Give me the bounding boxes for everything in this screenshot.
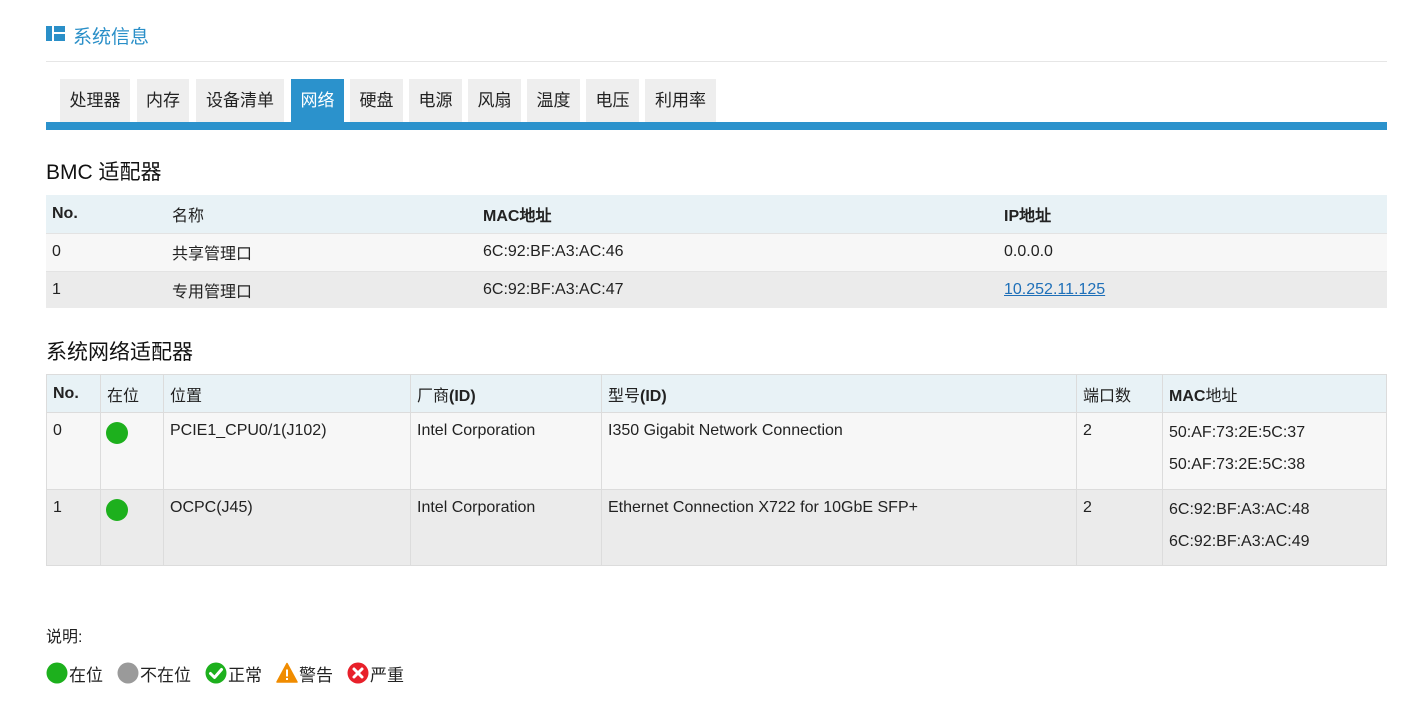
tab-power[interactable]: 电源 <box>409 79 462 122</box>
cell-mac: 6C:92:BF:A3:AC:46 <box>477 232 998 271</box>
mac-address: 50:AF:73:2E:5C:38 <box>1169 456 1306 473</box>
table-row: 0 PCIE1_CPU0/1(J102) Intel Corporation I… <box>46 412 1387 490</box>
cell-model: Ethernet Connection X722 for 10GbE SFP+ <box>601 489 1077 566</box>
col-header-mac: MAC地址 <box>477 195 998 233</box>
cell-no: 0 <box>46 232 166 271</box>
cell-name: 专用管理口 <box>166 270 477 308</box>
cell-vendor: Intel Corporation <box>410 412 602 490</box>
tab-utilization[interactable]: 利用率 <box>645 79 716 122</box>
col-header-no: No. <box>46 195 166 233</box>
cell-present <box>100 412 164 490</box>
cell-vendor: Intel Corporation <box>410 489 602 566</box>
tab-fan[interactable]: 风扇 <box>468 79 521 122</box>
cell-ports: 2 <box>1076 489 1163 566</box>
cell-ip: 0.0.0.0 <box>998 232 1387 271</box>
table-header-row: No. 在位 位置 厂商(ID) 型号(ID) 端口数 MAC地址 <box>46 374 1387 413</box>
legend-item-label: 在位 <box>69 665 103 685</box>
col-header-location: 位置 <box>163 374 411 413</box>
col-header-ip: IP地址 <box>998 195 1387 233</box>
col-header-ports: 端口数 <box>1076 374 1163 413</box>
legend-item-critical: 严重 <box>347 661 404 686</box>
tab-voltage[interactable]: 电压 <box>586 79 639 122</box>
cell-mac: 50:AF:73:2E:5C:37 50:AF:73:2E:5C:38 <box>1162 412 1387 490</box>
table-row: 0 共享管理口 6C:92:BF:A3:AC:46 0.0.0.0 <box>46 232 1387 271</box>
mac-address: 6C:92:BF:A3:AC:49 <box>1169 533 1310 550</box>
table-row: 1 OCPC(J45) Intel Corporation Ethernet C… <box>46 489 1387 566</box>
ip-link[interactable]: 10.252.11.125 <box>1004 281 1105 298</box>
cell-mac: 6C:92:BF:A3:AC:47 <box>477 270 998 308</box>
bmc-section-title: BMC 适配器 <box>46 161 162 184</box>
legend-item-label: 不在位 <box>140 665 191 685</box>
mac-address: 50:AF:73:2E:5C:37 <box>1169 424 1306 441</box>
cell-no: 0 <box>46 412 101 490</box>
table-header-row: No. 名称 MAC地址 IP地址 <box>46 195 1387 233</box>
tab-memory[interactable]: 内存 <box>137 79 189 122</box>
cell-location: PCIE1_CPU0/1(J102) <box>163 412 411 490</box>
tab-bar: 处理器 内存 设备清单 网络 硬盘 电源 风扇 温度 电压 利用率 <box>46 79 1387 130</box>
sys-adapter-table: No. 在位 位置 厂商(ID) 型号(ID) 端口数 MAC地址 0 PCIE… <box>46 374 1387 566</box>
legend-item-warning: 警告 <box>276 661 333 686</box>
col-header-name: 名称 <box>166 195 477 233</box>
cell-present <box>100 489 164 566</box>
tab-network[interactable]: 网络 <box>291 79 344 122</box>
tab-underline <box>46 122 1387 130</box>
cell-name: 共享管理口 <box>166 232 477 271</box>
legend: 在位 不在位 正常 警告 严重 <box>46 661 418 685</box>
cell-model: I350 Gigabit Network Connection <box>601 412 1077 490</box>
ok-check-icon <box>205 662 227 684</box>
tab-cpu[interactable]: 处理器 <box>60 79 130 122</box>
page-title: 系统信息 <box>73 27 150 48</box>
tab-device-list[interactable]: 设备清单 <box>196 79 284 122</box>
col-header-mac: MAC地址 <box>1162 374 1387 413</box>
present-dot-icon <box>106 422 128 444</box>
cell-mac: 6C:92:BF:A3:AC:48 6C:92:BF:A3:AC:49 <box>1162 489 1387 566</box>
legend-item-absent: 不在位 <box>117 661 191 686</box>
legend-item-label: 警告 <box>299 665 333 685</box>
cell-no: 1 <box>46 270 166 308</box>
mac-address: 6C:92:BF:A3:AC:48 <box>1169 501 1310 518</box>
tab-temperature[interactable]: 温度 <box>527 79 580 122</box>
present-dot-icon <box>46 662 68 684</box>
tab-disk[interactable]: 硬盘 <box>350 79 403 122</box>
cell-location: OCPC(J45) <box>163 489 411 566</box>
legend-item-label: 严重 <box>370 665 404 685</box>
absent-dot-icon <box>117 662 139 684</box>
warning-triangle-icon <box>276 662 298 683</box>
col-header-no: No. <box>46 374 101 413</box>
legend-item-ok: 正常 <box>205 661 262 686</box>
page-header: 系统信息 <box>46 20 1387 62</box>
legend-item-present: 在位 <box>46 661 103 686</box>
col-header-vendor: 厂商(ID) <box>410 374 602 413</box>
cell-no: 1 <box>46 489 101 566</box>
legend-item-label: 正常 <box>228 665 262 685</box>
present-dot-icon <box>106 499 128 521</box>
panel-icon <box>46 26 65 41</box>
critical-x-icon <box>347 662 369 684</box>
col-header-present: 在位 <box>100 374 164 413</box>
bmc-table: No. 名称 MAC地址 IP地址 0 共享管理口 6C:92:BF:A3:AC… <box>46 195 1387 308</box>
col-header-model: 型号(ID) <box>601 374 1077 413</box>
sys-section-title: 系统网络适配器 <box>46 341 193 364</box>
cell-ip: 10.252.11.125 <box>998 270 1387 308</box>
legend-label: 说明: <box>46 629 83 646</box>
cell-ports: 2 <box>1076 412 1163 490</box>
table-row: 1 专用管理口 6C:92:BF:A3:AC:47 10.252.11.125 <box>46 270 1387 308</box>
